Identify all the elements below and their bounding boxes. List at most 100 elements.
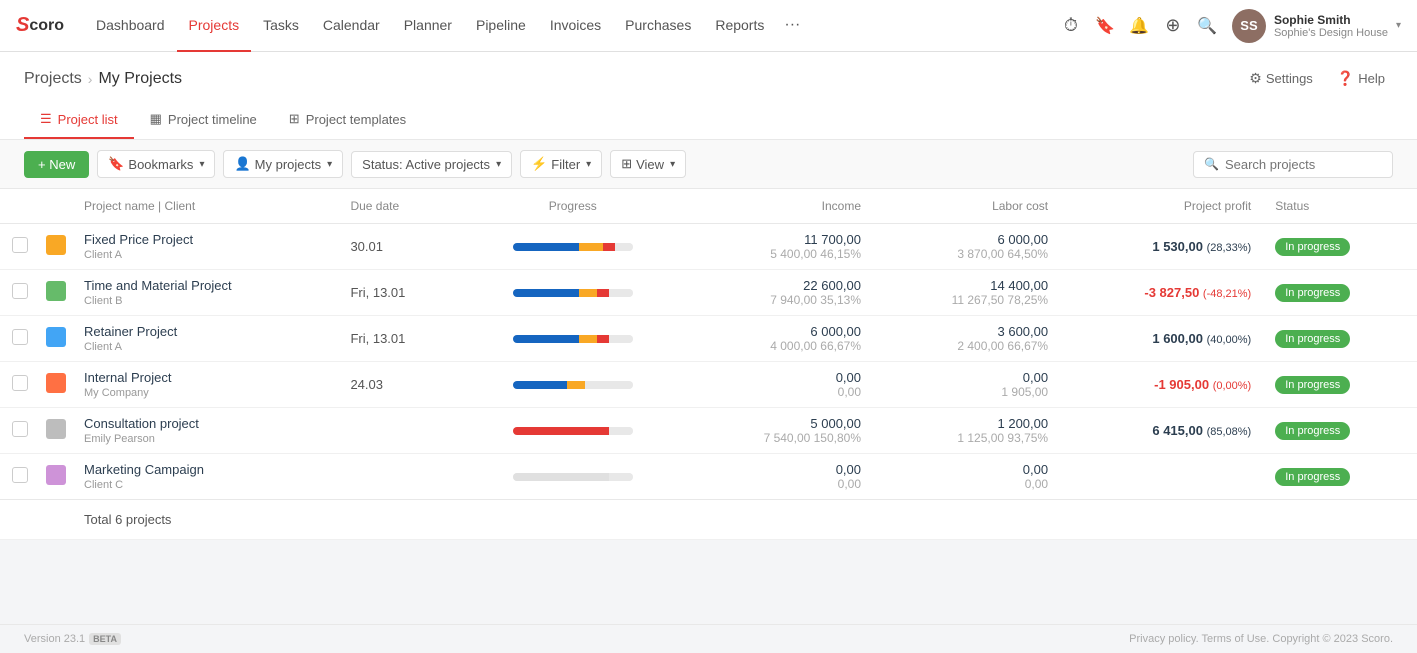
user-org: Sophie's Design House [1274,27,1388,39]
breadcrumb-root[interactable]: Projects [24,70,82,88]
tab-project-timeline[interactable]: ▦ Project timeline [134,101,273,139]
view-icon: ⊞ [621,156,632,172]
table-row: Internal Project My Company 24.03 0,00 0… [0,362,1417,408]
chevron-down-icon4: ▾ [586,159,591,170]
status-badge: In progress [1275,330,1350,348]
table-row: Consultation project Emily Pearson 5 000… [0,408,1417,454]
project-client: Client B [84,295,326,307]
filter-button[interactable]: ⚡ Filter ▾ [520,150,602,178]
progress-bar [513,243,633,251]
notification-icon[interactable]: 🔔 [1122,9,1156,43]
settings-button[interactable]: ⚙ Settings [1241,66,1321,91]
row-checkbox[interactable] [12,375,28,391]
tab-bar: ☰ Project list ▦ Project timeline ⊞ Proj… [24,101,1393,139]
footer-version: Version 23.1 BETA [24,633,121,645]
topnav: S coro Dashboard Projects Tasks Calendar… [0,0,1417,52]
project-profit: -3 827,50 (-48,21%) [1072,285,1251,300]
nav-projects[interactable]: Projects [177,0,252,52]
labor-top: 1 200,00 [885,416,1048,431]
project-profit: 6 415,00 (85,08%) [1072,423,1251,438]
row-checkbox[interactable] [12,421,28,437]
progress-bar [513,381,633,389]
income-top: 11 700,00 [697,232,861,247]
new-button[interactable]: + New [24,151,89,178]
nav-planner[interactable]: Planner [392,0,464,52]
page-header: Projects › My Projects ⚙ Settings ❓ Help… [0,52,1417,140]
table-row: Time and Material Project Client B Fri, … [0,270,1417,316]
project-name[interactable]: Consultation project [84,416,326,431]
status-button[interactable]: Status: Active projects ▾ [351,151,512,178]
footer: Version 23.1 BETA Privacy policy. Terms … [0,624,1417,653]
nav-more[interactable]: ··· [776,0,808,52]
user-chevron-icon: ▾ [1396,20,1401,31]
row-checkbox[interactable] [12,283,28,299]
tab-project-list[interactable]: ☰ Project list [24,101,134,139]
my-projects-button[interactable]: 👤 My projects ▾ [223,150,343,178]
labor-top: 3 600,00 [885,324,1048,339]
project-client: Emily Pearson [84,433,326,445]
project-icon [46,465,66,485]
settings-icon: ⚙ [1249,70,1262,87]
templates-icon: ⊞ [289,111,300,127]
project-name[interactable]: Retainer Project [84,324,326,339]
search-input[interactable] [1225,157,1382,172]
project-icon [46,281,66,301]
filter-icon: ⚡ [531,156,547,172]
footer-legal: Privacy policy. Terms of Use. Copyright … [1129,633,1393,645]
project-name[interactable]: Time and Material Project [84,278,326,293]
nav-pipeline[interactable]: Pipeline [464,0,538,52]
status-badge: In progress [1275,468,1350,486]
user-name: Sophie Smith [1274,13,1388,27]
project-profit: -1 905,00 (0,00%) [1072,377,1251,392]
nav-dashboard[interactable]: Dashboard [84,0,177,52]
timeline-icon: ▦ [150,111,162,127]
help-button[interactable]: ❓ Help [1329,66,1393,91]
nav-calendar[interactable]: Calendar [311,0,392,52]
progress-bar [513,335,633,343]
chevron-down-icon3: ▾ [496,159,501,170]
total-row: Total 6 projects [0,500,1417,540]
status-badge: In progress [1275,238,1350,256]
table-row: Retainer Project Client A Fri, 13.01 6 0… [0,316,1417,362]
breadcrumb: Projects › My Projects [24,70,182,88]
project-icon [46,419,66,439]
project-icon [46,235,66,255]
project-name[interactable]: Fixed Price Project [84,232,326,247]
avatar: SS [1232,9,1266,43]
status-badge: In progress [1275,376,1350,394]
bookmark-icon[interactable]: 🔖 [1088,9,1122,43]
income-top: 0,00 [697,370,861,385]
project-icon [46,373,66,393]
project-name[interactable]: Internal Project [84,370,326,385]
search-box[interactable]: 🔍 [1193,151,1393,178]
tab-project-templates[interactable]: ⊞ Project templates [273,101,422,139]
bookmark-list-icon: 🔖 [108,156,124,172]
add-icon[interactable]: ⊕ [1156,9,1190,43]
search-icon[interactable]: 🔍 [1190,9,1224,43]
nav-invoices[interactable]: Invoices [538,0,613,52]
main-content: Project name | Client Due date Progress … [0,189,1417,540]
logo[interactable]: S coro [16,14,64,37]
user-area[interactable]: SS Sophie Smith Sophie's Design House ▾ [1232,9,1401,43]
project-client: Client A [84,341,326,353]
progress-bar [513,427,633,435]
nav-reports[interactable]: Reports [703,0,776,52]
nav-tasks[interactable]: Tasks [251,0,311,52]
timer-icon[interactable]: ⏱ [1054,9,1088,43]
income-top: 0,00 [697,462,861,477]
projects-table: Project name | Client Due date Progress … [0,189,1417,540]
bookmarks-button[interactable]: 🔖 Bookmarks ▾ [97,150,215,178]
breadcrumb-current: My Projects [98,70,182,88]
beta-badge: BETA [89,633,121,645]
project-name[interactable]: Marketing Campaign [84,462,326,477]
view-button[interactable]: ⊞ View ▾ [610,150,686,178]
row-checkbox[interactable] [12,237,28,253]
nav-purchases[interactable]: Purchases [613,0,703,52]
labor-top: 0,00 [885,370,1048,385]
row-checkbox[interactable] [12,329,28,345]
income-top: 6 000,00 [697,324,861,339]
breadcrumb-sep: › [88,71,93,87]
project-icon [46,327,66,347]
person-icon: 👤 [234,156,250,172]
row-checkbox[interactable] [12,467,28,483]
